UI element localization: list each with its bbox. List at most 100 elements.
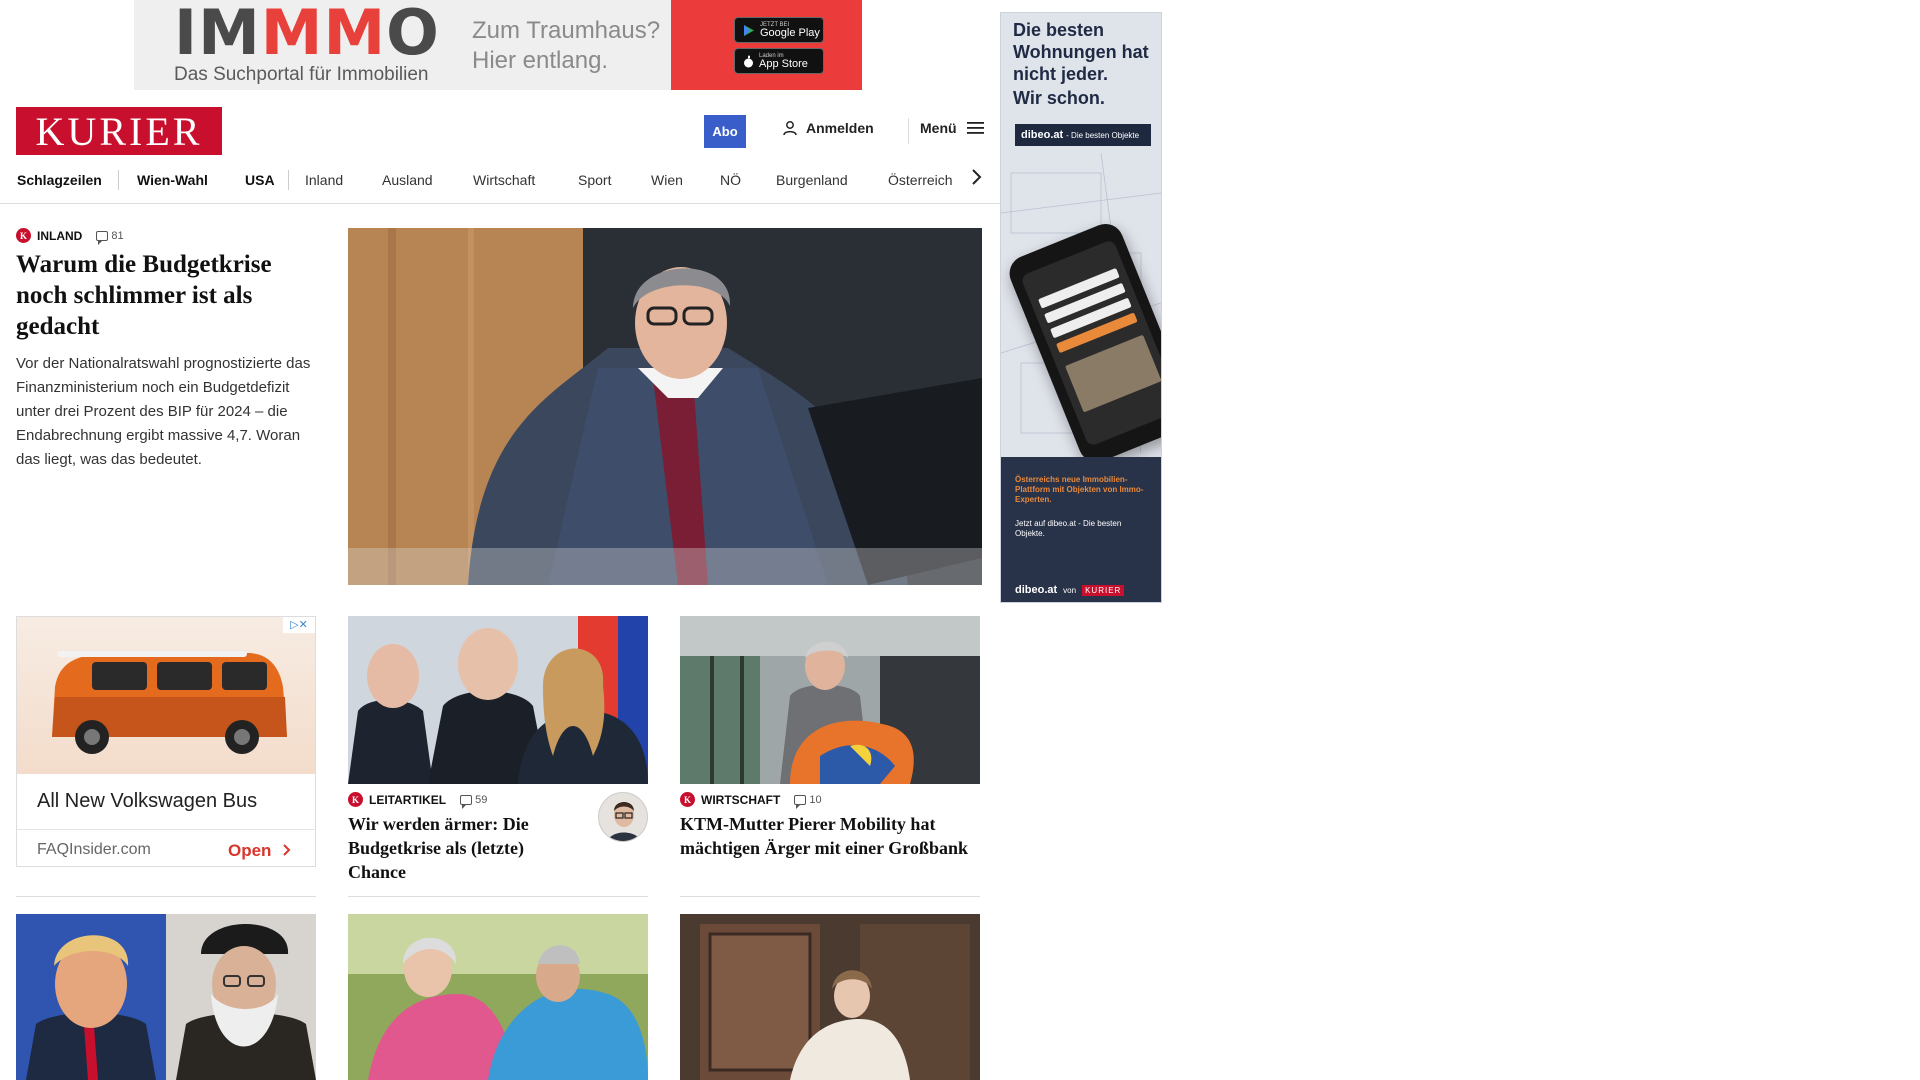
dibeo-bar-text: - Die besten Objekte: [1066, 130, 1140, 140]
card-2-image[interactable]: [680, 616, 980, 784]
card-2-photo-illustration: [680, 616, 980, 784]
user-icon: [783, 121, 797, 136]
sidebar-ad-headline-2: Wir schon.: [1013, 88, 1105, 108]
kurier-k-icon: K: [16, 228, 31, 243]
nav-item-usa[interactable]: USA: [245, 170, 275, 190]
slogan-line-1: Zum Traumhaus?: [472, 17, 661, 44]
card-1-category[interactable]: LEITARTIKEL: [369, 793, 446, 807]
ad-vw-bus-image: [17, 617, 315, 774]
card-1-image[interactable]: [348, 616, 648, 784]
sidebar-ad-dibeo[interactable]: Die besten Wohnungen hat nicht jeder. Wi…: [1000, 12, 1162, 603]
sidebar-ad-bottom: Österreichs neue Immobilien-Plattform mi…: [1001, 457, 1161, 602]
author-avatar-illustration: [599, 793, 647, 841]
nav-item-oesterreich[interactable]: Österreich: [888, 170, 953, 190]
nav-item-sport[interactable]: Sport: [578, 170, 611, 190]
kurier-k-icon: K: [348, 792, 363, 807]
abo-button[interactable]: Abo: [704, 115, 746, 148]
menu-button[interactable]: Menü: [920, 120, 984, 136]
nav-next-arrow-icon[interactable]: [970, 168, 982, 191]
card-2-meta: K WIRTSCHAFT 10: [680, 792, 822, 809]
card-1-meta: K LEITARTIKEL 59: [348, 792, 488, 809]
nav-item-noe[interactable]: NÖ: [720, 170, 741, 190]
lead-article-teaser: Vor der Nationalratswahl prognostizierte…: [16, 355, 311, 468]
immmo-tagline: Das Suchportal für Immobilien: [174, 64, 429, 85]
app-store-big-text: App Store: [759, 57, 808, 70]
lead-comment-count: 81: [111, 229, 124, 242]
lead-category[interactable]: INLAND: [37, 229, 82, 243]
kurier-logo[interactable]: KURIER: [16, 107, 222, 155]
row3-card-1-photo-illustration: [16, 914, 316, 1080]
nav-item-burgenland[interactable]: Burgenland: [776, 170, 848, 190]
hamburger-icon: [966, 122, 984, 134]
ad-title[interactable]: All New Volkswagen Bus: [37, 790, 257, 813]
card-2-comment-count: 10: [809, 793, 822, 806]
immmo-logo: IMMMO: [174, 2, 440, 64]
card-2-title[interactable]: KTM-Mutter Pierer Mobility hat mächtigen…: [680, 812, 980, 860]
sidebar-ad-headline: Die besten Wohnungen hat nicht jeder.: [1013, 20, 1149, 84]
ad-open-button[interactable]: Open: [228, 841, 292, 861]
google-play-big-text: Google Play: [760, 26, 820, 39]
chevron-right-icon: [283, 844, 291, 856]
nav-item-inland[interactable]: Inland: [305, 170, 343, 190]
header-divider: [908, 118, 909, 144]
nav-item-wien[interactable]: Wien: [651, 170, 683, 190]
lead-comments[interactable]: 81: [96, 229, 124, 245]
top-banner-ad[interactable]: IMMMO Das Suchportal für Immobilien Zum …: [134, 0, 862, 90]
login-label: Anmelden: [806, 120, 874, 136]
play-icon: [744, 24, 754, 36]
dibeo-bar: dibeo.at - Die besten Objekte: [1015, 124, 1151, 146]
lead-article-meta: K INLAND 81: [16, 228, 124, 245]
ad-source: FAQInsider.com: [37, 841, 151, 858]
row3-card-2-image[interactable]: [348, 914, 648, 1080]
immmo-logo-part2: MM: [260, 0, 387, 69]
nav-item-wirtschaft[interactable]: Wirtschaft: [473, 170, 535, 190]
section-nav: Schlagzeilen Wien-Wahl USA Inland Auslan…: [0, 162, 1000, 204]
footer-dibeo: dibeo.at: [1015, 584, 1058, 596]
ad-open-label: Open: [228, 841, 272, 860]
card-1-comment-count: 59: [475, 793, 488, 806]
card-2-category[interactable]: WIRTSCHAFT: [701, 793, 780, 807]
card-divider: [348, 896, 648, 897]
card-1-photo-illustration: [348, 616, 648, 784]
row3-card-1-image[interactable]: [16, 914, 316, 1080]
immmo-slogan: Zum Traumhaus? Hier entlang.: [472, 16, 660, 76]
kurier-k-icon: K: [680, 792, 695, 807]
nav-item-schlagzeilen[interactable]: Schlagzeilen: [17, 170, 102, 190]
footer-von: von: [1063, 585, 1077, 595]
dibeo-brand: dibeo.at: [1021, 129, 1064, 141]
card-divider: [680, 896, 980, 897]
store-badges-panel: JETZT BEI Google Play Laden im App Store: [671, 0, 862, 90]
ad-choices-icon[interactable]: ▷✕: [283, 617, 315, 633]
menu-label: Menü: [920, 120, 957, 136]
comment-icon: [96, 230, 109, 245]
immmo-logo-part3: O: [386, 0, 440, 69]
sponsored-ad-card[interactable]: ▷✕ All New Volkswagen Bus FAQInsider.com…: [16, 616, 316, 867]
sidebar-ad-desc: Österreichs neue Immobilien-Plattform mi…: [1015, 475, 1144, 504]
row3-card-2-photo-illustration: [348, 914, 648, 1080]
phone-ui-image: [1065, 334, 1161, 413]
row3-card-3-image[interactable]: [680, 914, 980, 1080]
comment-icon: [460, 794, 473, 809]
lead-article-title[interactable]: Warum die Budgetkrise noch schlimmer ist…: [16, 249, 306, 342]
nav-divider: [288, 170, 289, 190]
nav-item-wien-wahl[interactable]: Wien-Wahl: [137, 170, 208, 190]
page-root: IMMMO Das Suchportal für Immobilien Zum …: [0, 0, 1920, 1080]
ad-divider: [17, 829, 315, 830]
nav-divider: [118, 170, 119, 190]
card-divider: [16, 896, 316, 897]
author-avatar: [598, 792, 648, 842]
apple-icon: [744, 55, 753, 67]
card-1-comments[interactable]: 59: [460, 793, 488, 809]
card-2-comments[interactable]: 10: [794, 793, 822, 809]
login-button[interactable]: Anmelden: [782, 120, 874, 136]
lead-article-image[interactable]: [348, 228, 982, 585]
card-1-title[interactable]: Wir werden ärmer: Die Budgetkrise als (l…: [348, 812, 578, 884]
google-play-badge[interactable]: JETZT BEI Google Play: [734, 17, 824, 43]
nav-item-ausland[interactable]: Ausland: [382, 170, 433, 190]
sidebar-ad-cta: Jetzt auf dibeo.at - Die besten Objekte.: [1015, 519, 1122, 538]
app-store-badge[interactable]: Laden im App Store: [734, 48, 824, 74]
sidebar-ad-footer: dibeo.at von KURIER: [1015, 584, 1125, 596]
vw-bus-illustration: [52, 651, 287, 754]
comment-icon: [794, 794, 807, 809]
slogan-line-2: Hier entlang.: [472, 47, 609, 74]
